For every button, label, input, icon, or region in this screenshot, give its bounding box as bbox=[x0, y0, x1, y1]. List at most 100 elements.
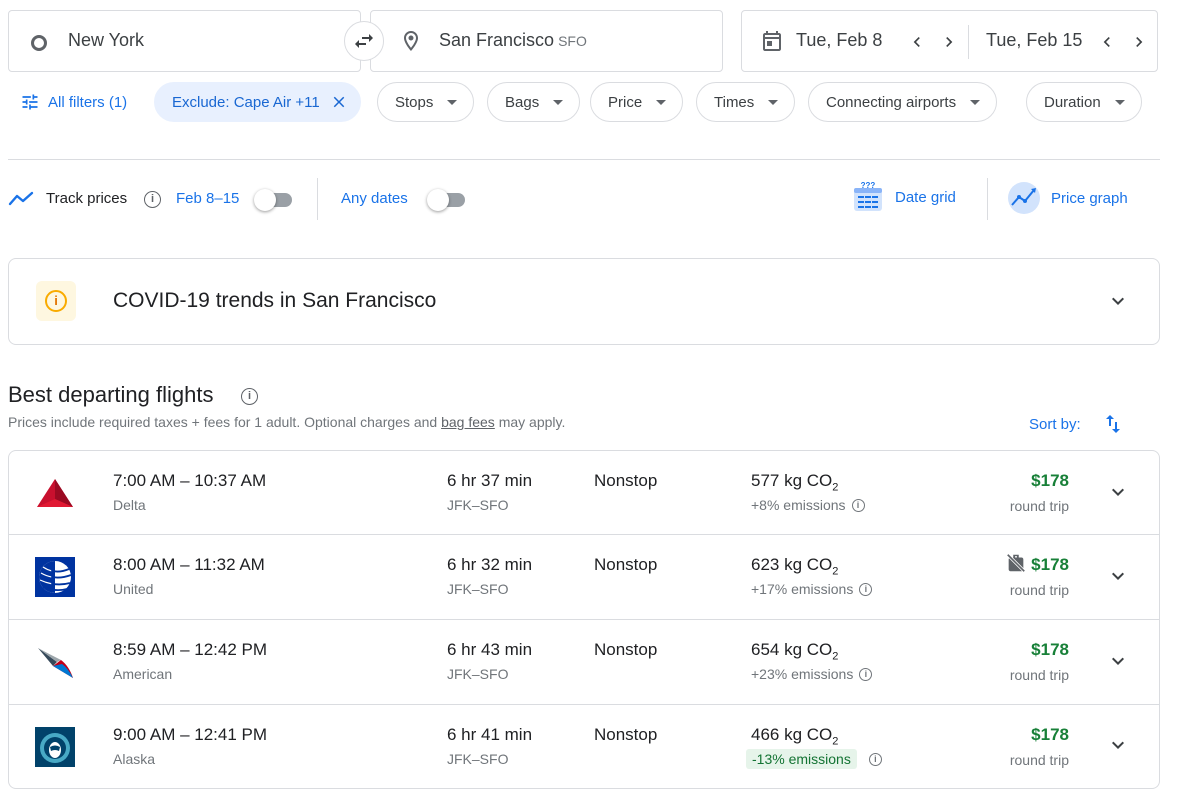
results-info-icon[interactable]: i bbox=[241, 388, 258, 405]
co2-subscript: 2 bbox=[832, 650, 839, 663]
flight-price: $178 bbox=[1031, 640, 1069, 659]
flight-row[interactable]: 9:00 AM – 12:41 PM Alaska 6 hr 41 min JF… bbox=[8, 705, 1160, 789]
depart-prev-chevron-icon[interactable] bbox=[907, 32, 927, 52]
co2-subscript: 2 bbox=[832, 735, 839, 748]
co2-amount: 654 kg CO2 bbox=[751, 640, 838, 662]
alaska-eskimo-logo-icon bbox=[35, 727, 75, 767]
all-filters-button[interactable]: All filters (1) bbox=[20, 92, 127, 112]
flight-row[interactable]: 8:59 AM – 12:42 PM American 6 hr 43 min … bbox=[8, 620, 1160, 705]
dropdown-caret-icon bbox=[1114, 99, 1125, 105]
airline-name: Delta bbox=[113, 497, 146, 513]
depart-next-chevron-icon[interactable] bbox=[939, 32, 959, 52]
covid-trends-card[interactable]: i COVID-19 trends in San Francisco bbox=[8, 258, 1160, 345]
swap-button[interactable] bbox=[344, 21, 384, 61]
track-prices-toggle[interactable] bbox=[254, 188, 292, 211]
connecting-chip-label: Connecting airports bbox=[826, 93, 957, 111]
emissions-info-icon[interactable]: i bbox=[859, 667, 873, 681]
co2-value: 654 kg CO bbox=[751, 640, 833, 659]
origin-text: New York bbox=[68, 30, 145, 50]
emissions-info: +23% emissions i bbox=[751, 666, 873, 682]
emissions-info: +17% emissions i bbox=[751, 581, 873, 597]
emissions-info-icon[interactable]: i bbox=[868, 752, 882, 766]
no-carry-on-bag-icon[interactable] bbox=[1005, 552, 1027, 574]
all-filters-label: All filters (1) bbox=[48, 93, 128, 111]
svg-text:???: ??? bbox=[861, 181, 876, 190]
price-graph-button[interactable]: Price graph bbox=[1007, 181, 1128, 215]
bag-fees-link[interactable]: bag fees bbox=[441, 414, 495, 430]
emissions-badge: -13% emissions bbox=[746, 749, 857, 769]
connecting-airports-filter-chip[interactable]: Connecting airports bbox=[808, 82, 998, 122]
trip-type: round trip bbox=[1009, 582, 1069, 598]
flight-route: JFK–SFO bbox=[447, 581, 509, 597]
date-field[interactable]: Tue, Feb 8 Tue, Feb 15 bbox=[741, 10, 1158, 72]
sort-button[interactable]: Sort by: bbox=[1029, 412, 1125, 436]
covid-icon-box: i bbox=[36, 281, 76, 321]
origin-circle-icon bbox=[31, 35, 47, 51]
price-chip-label: Price bbox=[608, 93, 643, 111]
price-filter-chip[interactable]: Price bbox=[590, 82, 684, 122]
depart-date[interactable]: Tue, Feb 8 bbox=[796, 30, 882, 51]
flight-route: JFK–SFO bbox=[447, 497, 509, 513]
duration-filter-chip[interactable]: Duration bbox=[1026, 82, 1142, 122]
united-globe-logo-icon bbox=[35, 557, 75, 597]
track-date-range: Feb 8–15 bbox=[176, 190, 240, 207]
expand-chevron-icon[interactable] bbox=[1106, 649, 1130, 673]
location-pin-icon bbox=[404, 31, 418, 51]
date-grid-label: Date grid bbox=[895, 188, 956, 206]
times-filter-chip[interactable]: Times bbox=[696, 82, 796, 122]
stops-chip-label: Stops bbox=[395, 93, 434, 111]
info-icon: i bbox=[45, 290, 67, 312]
flight-times: 8:59 AM – 12:42 PM bbox=[113, 640, 268, 659]
co2-amount: 577 kg CO2 bbox=[751, 471, 838, 493]
airline-name: Alaska bbox=[113, 751, 156, 767]
flight-row[interactable]: 7:00 AM – 10:37 AM Delta 6 hr 37 min JFK… bbox=[8, 450, 1160, 535]
flight-duration: 6 hr 37 min bbox=[447, 471, 533, 490]
close-icon[interactable] bbox=[330, 93, 348, 111]
destination-code: SFO bbox=[558, 33, 587, 49]
co2-amount: 623 kg CO2 bbox=[751, 555, 838, 577]
flight-route: JFK–SFO bbox=[447, 666, 509, 682]
return-prev-chevron-icon[interactable] bbox=[1097, 32, 1117, 52]
return-next-chevron-icon[interactable] bbox=[1129, 32, 1149, 52]
expand-chevron-icon[interactable] bbox=[1106, 733, 1130, 757]
bags-filter-chip[interactable]: Bags bbox=[487, 82, 581, 122]
destination-field[interactable]: San Francisco SFO bbox=[370, 10, 723, 72]
flight-row[interactable]: 8:00 AM – 11:32 AM United 6 hr 32 min JF… bbox=[8, 535, 1160, 620]
dropdown-caret-icon bbox=[768, 99, 779, 105]
stops-filter-chip[interactable]: Stops bbox=[377, 82, 475, 122]
date-grid-icon: ??? bbox=[854, 181, 882, 211]
date-grid-button[interactable]: ??? Date grid bbox=[852, 181, 956, 213]
flight-duration: 6 hr 43 min bbox=[447, 640, 533, 659]
emissions-text: +17% emissions bbox=[751, 581, 854, 597]
emissions-text: +23% emissions bbox=[751, 666, 854, 682]
american-flight-symbol-logo-icon bbox=[38, 648, 73, 678]
filters-divider bbox=[8, 159, 1160, 160]
flight-stops: Nonstop bbox=[594, 640, 658, 659]
any-dates-toggle[interactable] bbox=[427, 188, 465, 211]
flight-price: $178 bbox=[1031, 471, 1069, 490]
return-date[interactable]: Tue, Feb 15 bbox=[986, 30, 1082, 51]
trip-type: round trip bbox=[1009, 667, 1069, 683]
track-prices-info-icon[interactable]: i bbox=[144, 191, 161, 208]
tune-icon bbox=[22, 94, 38, 110]
trending-line-icon bbox=[8, 191, 34, 206]
trip-type: round trip bbox=[1009, 752, 1069, 768]
flight-price: $178 bbox=[1031, 555, 1069, 574]
co2-value: 577 kg CO bbox=[751, 471, 833, 490]
emissions-info-icon[interactable]: i bbox=[859, 582, 873, 596]
price-note-prefix: Prices include required taxes + fees for… bbox=[8, 414, 442, 430]
price-graph-icon bbox=[1008, 182, 1040, 214]
trip-type: round trip bbox=[1009, 498, 1069, 514]
dropdown-caret-icon bbox=[656, 99, 667, 105]
flight-price: $178 bbox=[1031, 725, 1069, 744]
expand-chevron-icon[interactable] bbox=[1106, 564, 1130, 588]
emissions-info-icon[interactable]: i bbox=[851, 498, 865, 512]
exclude-airlines-chip[interactable]: Exclude: Cape Air +11 bbox=[154, 82, 361, 122]
origin-field[interactable]: New York bbox=[8, 10, 361, 72]
expand-chevron-icon[interactable] bbox=[1106, 289, 1130, 313]
sort-arrows-icon bbox=[1105, 415, 1120, 433]
expand-chevron-icon[interactable] bbox=[1106, 480, 1130, 504]
results-heading: Best departing flights bbox=[8, 382, 214, 407]
flight-times: 7:00 AM – 10:37 AM bbox=[113, 471, 267, 490]
dropdown-caret-icon bbox=[970, 99, 981, 105]
